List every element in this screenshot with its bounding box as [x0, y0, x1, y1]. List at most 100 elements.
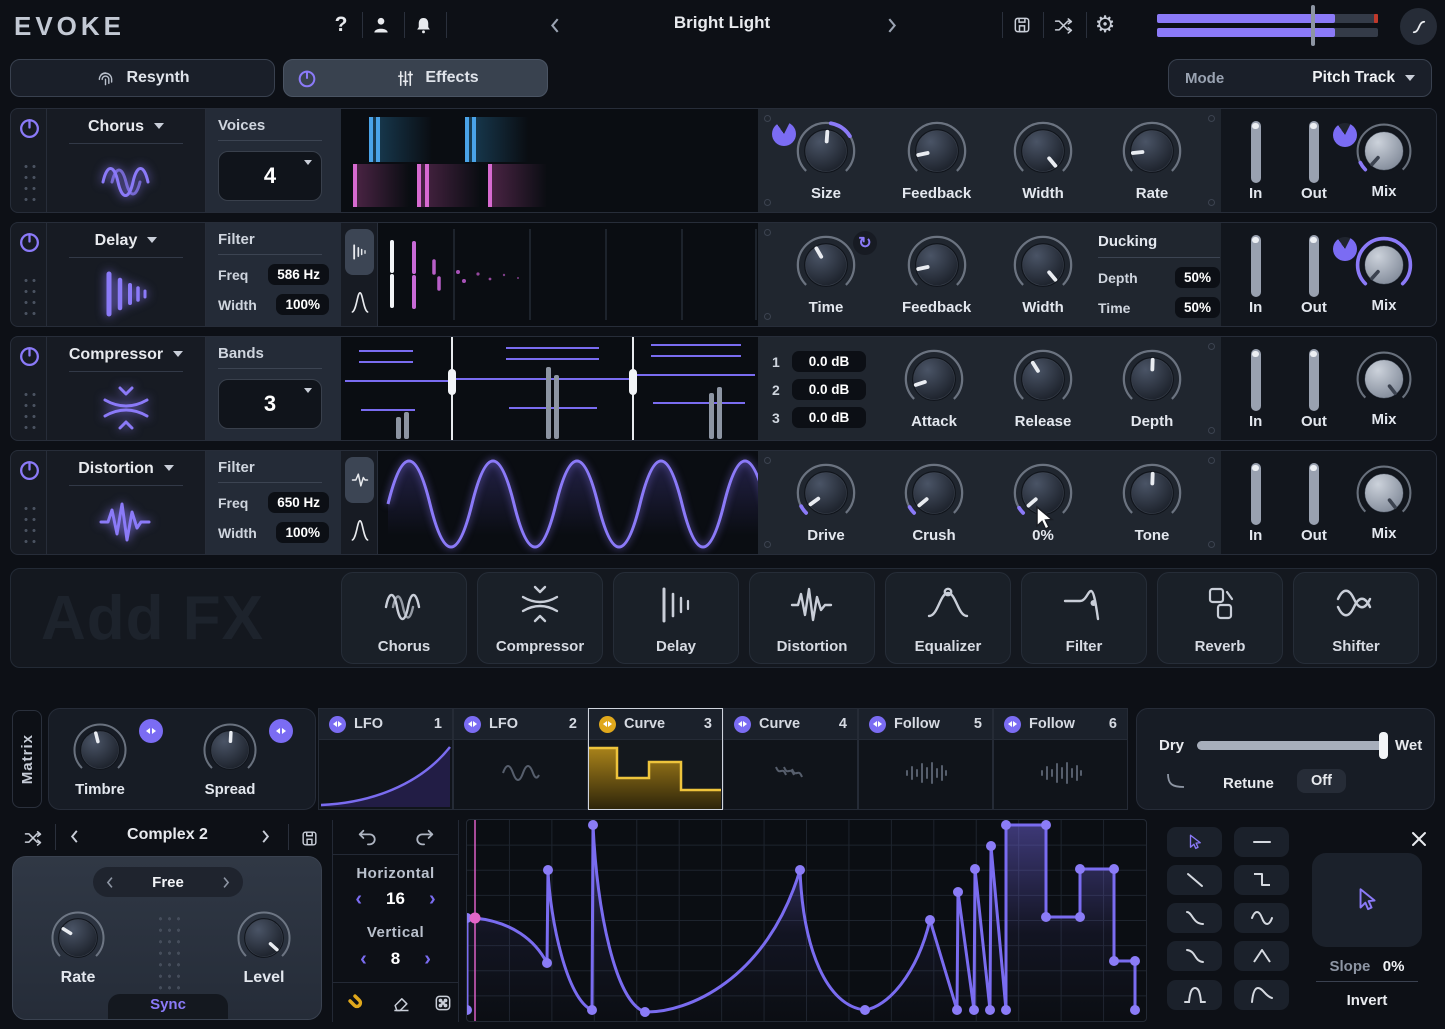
- envelope-node[interactable]: [588, 820, 598, 830]
- mod-slot-curve-3[interactable]: Curve3: [588, 708, 723, 810]
- bands-dropdown[interactable]: 3: [218, 379, 322, 429]
- slider-handle[interactable]: [1379, 732, 1388, 759]
- envelope-node[interactable]: [543, 865, 553, 875]
- taps-view-button[interactable]: [345, 229, 374, 275]
- band-1-gain[interactable]: 0.0 dB: [792, 351, 866, 372]
- preset-prev-button[interactable]: [540, 11, 568, 39]
- tempo-sync-icon[interactable]: ↻: [853, 231, 877, 255]
- mod-slot-lfo-2[interactable]: LFO2: [453, 708, 588, 810]
- drag-handle[interactable]: [22, 389, 37, 433]
- out-slider[interactable]: [1309, 349, 1319, 411]
- curve-editor-canvas[interactable]: [466, 819, 1147, 1022]
- dry-wet-slider[interactable]: [1197, 741, 1385, 750]
- power-icon[interactable]: [17, 115, 42, 140]
- time-knob[interactable]: [794, 233, 858, 297]
- tool-triangle[interactable]: [1234, 941, 1289, 971]
- mod-assign-icon[interactable]: [139, 719, 163, 743]
- account-icon[interactable]: [364, 8, 398, 42]
- randomize-dice-icon[interactable]: [426, 986, 460, 1020]
- help-button[interactable]: ?: [324, 8, 358, 42]
- snap-magnet-icon[interactable]: [340, 986, 374, 1020]
- close-icon[interactable]: [1402, 822, 1436, 856]
- envelope-node[interactable]: [970, 864, 980, 874]
- curve-randomize-icon[interactable]: [16, 821, 50, 855]
- mod-slot-follow-6[interactable]: Follow6: [993, 708, 1128, 810]
- voices-dropdown[interactable]: 4: [218, 151, 322, 201]
- crush-knob[interactable]: [902, 461, 966, 525]
- in-slider[interactable]: [1251, 463, 1261, 525]
- curve-preset-prev[interactable]: [60, 822, 88, 850]
- randomize-shuffle-icon[interactable]: [1046, 8, 1080, 42]
- add-fx-tile-compressor[interactable]: Compressor: [477, 572, 603, 664]
- envelope-node[interactable]: [1130, 1005, 1140, 1015]
- fx-type-dropdown[interactable]: Distortion: [47, 460, 205, 478]
- preset-next-button[interactable]: [878, 11, 906, 39]
- rate-knob[interactable]: [1120, 119, 1184, 183]
- envelope-node[interactable]: [1001, 1005, 1011, 1015]
- fx-type-dropdown[interactable]: Delay: [47, 232, 205, 250]
- increase-horizontal[interactable]: ›: [429, 889, 436, 909]
- envelope-node[interactable]: [953, 887, 963, 897]
- preset-name[interactable]: Bright Light: [600, 13, 844, 33]
- add-fx-tile-shifter[interactable]: Shifter: [1293, 572, 1419, 664]
- mix-knob[interactable]: [1354, 235, 1414, 295]
- feedback-knob[interactable]: [905, 233, 969, 297]
- add-fx-tile-reverb[interactable]: Reverb: [1157, 572, 1283, 664]
- envelope-node[interactable]: [925, 915, 935, 925]
- release-knob[interactable]: [1011, 347, 1075, 411]
- redo-icon[interactable]: [408, 821, 442, 855]
- width-value[interactable]: 100%: [276, 294, 329, 315]
- lfo-level-knob[interactable]: [235, 909, 293, 967]
- depth-value[interactable]: 50%: [1175, 267, 1220, 288]
- mix-knob[interactable]: [1354, 349, 1414, 409]
- tool-sine[interactable]: [1234, 903, 1289, 933]
- spread-knob[interactable]: [201, 721, 259, 779]
- slope-readout[interactable]: Slope 0%: [1312, 958, 1422, 976]
- vertical-value[interactable]: 8: [391, 949, 400, 969]
- envelope-node[interactable]: [860, 1005, 870, 1015]
- in-slider[interactable]: [1251, 235, 1261, 297]
- timbre-knob[interactable]: [71, 721, 129, 779]
- band-2-gain[interactable]: 0.0 dB: [792, 379, 866, 400]
- power-icon[interactable]: [17, 343, 42, 368]
- increase-vertical[interactable]: ›: [424, 949, 431, 969]
- chevron-right-icon[interactable]: [222, 876, 231, 889]
- drive-knob[interactable]: [794, 461, 858, 525]
- power-icon[interactable]: [296, 67, 318, 89]
- curve-save-icon[interactable]: [292, 821, 326, 855]
- mix-knob[interactable]: [1354, 463, 1414, 523]
- chevron-left-icon[interactable]: [105, 876, 114, 889]
- horizontal-value[interactable]: 16: [386, 889, 405, 909]
- tool-step-down[interactable]: [1234, 865, 1289, 895]
- drag-handle[interactable]: [22, 503, 37, 547]
- mod-badge-icon[interactable]: [772, 122, 796, 146]
- envelope-node[interactable]: [1109, 956, 1119, 966]
- tab-effects[interactable]: Effects: [283, 59, 548, 97]
- out-slider[interactable]: [1309, 121, 1319, 183]
- volume-handle[interactable]: [1311, 5, 1315, 46]
- tab-resynth[interactable]: Resynth: [10, 59, 275, 97]
- attack-knob[interactable]: [902, 347, 966, 411]
- curve-preset-next[interactable]: [252, 822, 280, 850]
- envelope-node[interactable]: [587, 1005, 597, 1015]
- out-slider[interactable]: [1309, 463, 1319, 525]
- drag-handle[interactable]: [22, 275, 37, 319]
- decrease-horizontal[interactable]: ‹: [355, 889, 362, 909]
- add-fx-tile-chorus[interactable]: Chorus: [341, 572, 467, 664]
- envelope-node[interactable]: [986, 841, 996, 851]
- drag-handle[interactable]: [22, 161, 37, 205]
- envelope-node[interactable]: [640, 1007, 650, 1017]
- curve-preset-name[interactable]: Complex 2: [95, 826, 240, 844]
- add-fx-tile-filter[interactable]: Filter: [1021, 572, 1147, 664]
- size-knob[interactable]: [794, 119, 858, 183]
- envelope-node[interactable]: [542, 958, 552, 968]
- depth-knob[interactable]: [1120, 347, 1184, 411]
- fx-type-dropdown[interactable]: Compressor: [47, 346, 205, 364]
- tool-bell[interactable]: [1167, 980, 1222, 1010]
- filter-curve-button[interactable]: [345, 507, 374, 553]
- add-fx-tile-equalizer[interactable]: Equalizer: [885, 572, 1011, 664]
- settings-gear-icon[interactable]: ⚙: [1088, 7, 1122, 41]
- filter-curve-button[interactable]: [345, 279, 374, 325]
- envelope-node[interactable]: [1075, 864, 1085, 874]
- undo-icon[interactable]: [350, 821, 384, 855]
